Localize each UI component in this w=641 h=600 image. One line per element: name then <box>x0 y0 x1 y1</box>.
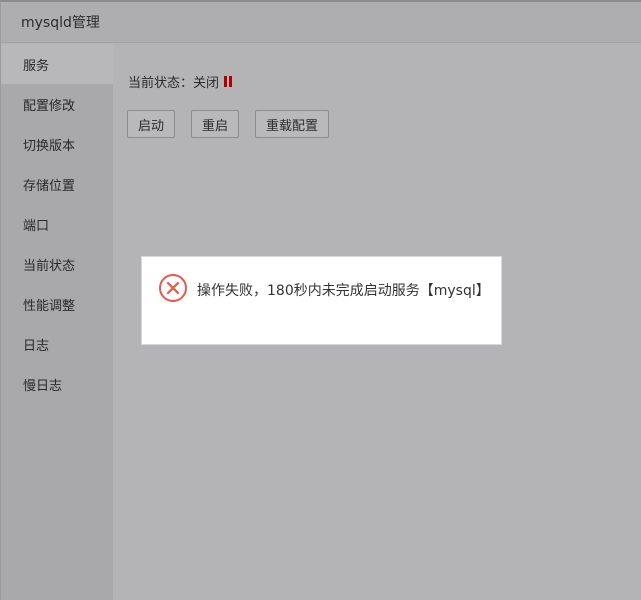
stopped-status-icon <box>224 76 233 87</box>
error-message: 操作失败，180秒内未完成启动服务【mysql】 <box>197 283 490 299</box>
sidebar-item-storage-location[interactable]: 存储位置 <box>1 164 113 204</box>
sidebar-item-service[interactable]: 服务 <box>1 44 113 84</box>
service-actions: 启动 重启 重载配置 <box>127 110 330 138</box>
sidebar-item-performance[interactable]: 性能调整 <box>1 284 113 324</box>
sidebar-item-current-status[interactable]: 当前状态 <box>1 244 113 284</box>
error-circle-x-icon <box>159 274 187 302</box>
reload-config-button[interactable]: 重载配置 <box>255 110 330 138</box>
status-text: 当前状态：关闭 <box>128 76 220 91</box>
sidebar-item-switch-version[interactable]: 切换版本 <box>1 124 113 164</box>
service-status: 当前状态：关闭 <box>128 72 233 91</box>
sidebar-item-port[interactable]: 端口 <box>1 204 113 244</box>
start-button[interactable]: 启动 <box>127 110 176 138</box>
sidebar-item-log[interactable]: 日志 <box>1 324 113 364</box>
sidebar-item-config[interactable]: 配置修改 <box>1 84 113 124</box>
restart-button[interactable]: 重启 <box>191 110 240 138</box>
sidebar: 服务 配置修改 切换版本 存储位置 端口 当前状态 性能调整 日志 慢日志 <box>1 44 113 600</box>
titlebar: mysqld管理 <box>1 2 641 43</box>
window-title: mysqld管理 <box>21 15 100 31</box>
error-dialog: 操作失败，180秒内未完成启动服务【mysql】 <box>141 256 502 345</box>
sidebar-item-slow-log[interactable]: 慢日志 <box>1 364 113 404</box>
